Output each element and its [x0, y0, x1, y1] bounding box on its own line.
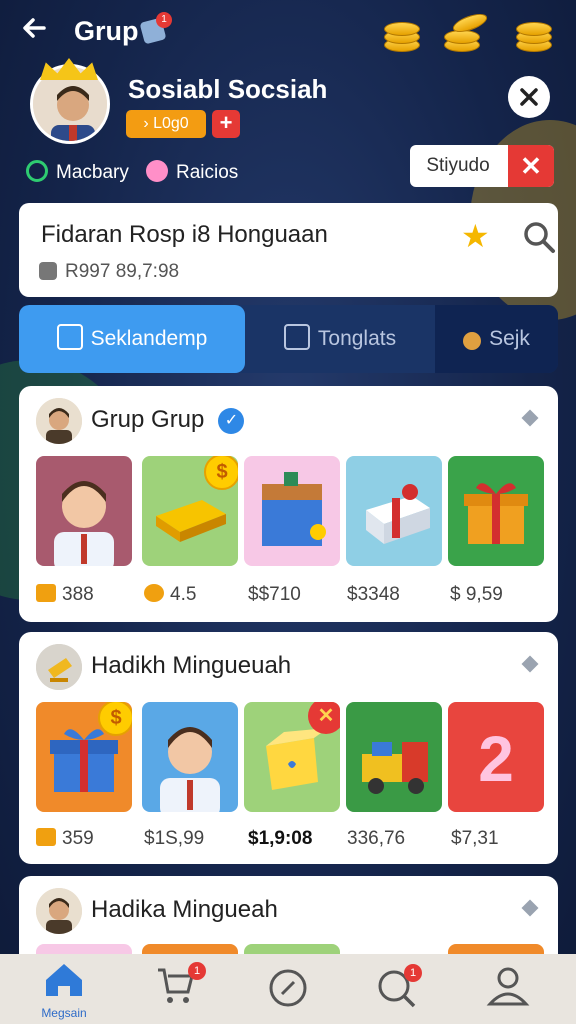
tab-sejk[interactable]: Sejk: [435, 305, 558, 373]
item-price: $7,31: [451, 828, 499, 849]
item-price: $1,9:08: [248, 828, 313, 849]
item-tile[interactable]: $: [142, 456, 238, 566]
search-icon[interactable]: [521, 219, 557, 255]
document-icon: [56, 324, 83, 350]
item-tile[interactable]: [142, 702, 238, 812]
group-card-header: Grup Grup ✓: [19, 386, 558, 454]
more-icon[interactable]: [521, 899, 539, 917]
coin-icon: [36, 584, 56, 602]
item-price: $3348: [347, 584, 400, 605]
home-icon: [46, 964, 82, 996]
nav-cart[interactable]: 1: [126, 954, 226, 1024]
group-card[interactable]: Grup Grup ✓ $ 388 4.5 $$710 $3348 $ 9,59: [19, 386, 558, 622]
tab-tonglats[interactable]: Tonglats: [245, 305, 435, 373]
profile-name: Sosiabl Socsiah: [128, 74, 328, 104]
notification-badge: 1: [156, 12, 172, 28]
q-icon: [26, 160, 48, 182]
group-title: Hadikh Mingueuah: [91, 652, 292, 679]
nav-search[interactable]: 1: [346, 954, 446, 1024]
search-card[interactable]: Fidaran Rosp i8 Honguaan R997 89,7:98 ★: [19, 203, 558, 297]
heart-icon: [146, 160, 168, 182]
group-title: Grup Grup ✓: [91, 406, 245, 434]
cart-badge: 1: [188, 962, 206, 980]
item-tile[interactable]: ✕: [244, 702, 340, 812]
item-tile[interactable]: [244, 456, 340, 566]
coin-icon: $: [204, 456, 238, 490]
item-price: 4.5: [144, 584, 196, 606]
group-card-header: Hadika Minguеah: [19, 876, 558, 944]
group-avatar: [36, 888, 82, 934]
stat-macbary: Macbary: [26, 160, 129, 184]
coin-icon: [144, 584, 164, 602]
tab-seklandemp[interactable]: Seklandemp: [19, 305, 245, 373]
group-card[interactable]: Hadikh Mingueuah $ ✕ 2 359 $1S,99 $1,9:0…: [19, 632, 558, 864]
back-arrow-icon[interactable]: [18, 12, 58, 52]
number-sticker: 2: [478, 723, 514, 795]
nav-home-label: Megsain: [41, 1006, 87, 1020]
item-price: 388: [36, 584, 94, 606]
coin-icon: [36, 828, 56, 846]
logo-badge[interactable]: › L0g0: [126, 110, 206, 138]
item-price: $ 9,59: [450, 584, 503, 605]
close-button[interactable]: [508, 76, 550, 118]
top-bar: Grup 1: [0, 0, 576, 64]
group-avatar: [36, 398, 82, 444]
user-icon: [463, 332, 482, 350]
coin-stack-icon[interactable]: [444, 10, 490, 54]
item-tile[interactable]: [36, 456, 132, 566]
studio-label: Stiyudo: [426, 155, 490, 176]
puzzle-icon: [39, 262, 57, 280]
user-icon: [486, 967, 530, 1006]
search-card-title: Fidaran Rosp i8 Honguaan: [41, 221, 328, 248]
search-badge: 1: [404, 964, 422, 982]
item-tile[interactable]: [448, 456, 544, 566]
group-title: Hadika Minguеah: [91, 896, 278, 923]
bottom-navigation: Megsain 1 1: [0, 954, 576, 1024]
tab-bar: Seklandemp Tonglats Sejk: [19, 305, 558, 373]
group-card[interactable]: Hadika Minguеah: [19, 876, 558, 966]
item-price: 336,76: [347, 828, 406, 849]
coin-stack-icon[interactable]: [514, 10, 556, 54]
studio-chip[interactable]: Stiyudo ✕: [410, 145, 554, 187]
stat-raicios: Raicios: [146, 160, 238, 184]
discount-badge-icon: ✕: [308, 702, 340, 734]
item-tile[interactable]: [346, 456, 442, 566]
group-card-header: Hadikh Mingueuah: [19, 632, 558, 700]
item-tile[interactable]: [346, 702, 442, 812]
item-price: 359: [36, 828, 94, 850]
coin-icon: $: [98, 702, 132, 736]
document-icon: [283, 324, 310, 350]
star-icon[interactable]: ★: [461, 217, 490, 255]
nav-profile[interactable]: [458, 954, 558, 1024]
nav-explore[interactable]: [238, 954, 338, 1024]
coin-stack-icon[interactable]: [382, 10, 424, 54]
verified-icon: ✓: [218, 408, 245, 434]
item-tile[interactable]: $: [36, 702, 132, 812]
more-icon[interactable]: [521, 655, 539, 673]
studio-close-button[interactable]: ✕: [508, 145, 554, 187]
more-icon[interactable]: [521, 409, 539, 427]
page-title: Grup: [74, 16, 139, 46]
search-card-subtitle: R997 89,7:98: [39, 261, 179, 283]
nav-home[interactable]: Megsain: [14, 954, 114, 1024]
item-price: $$710: [248, 584, 301, 605]
item-tile[interactable]: 2: [448, 702, 544, 812]
compass-icon: [269, 969, 307, 1007]
add-button[interactable]: +: [212, 110, 240, 138]
group-avatar: [36, 644, 82, 690]
item-price: $1S,99: [144, 828, 205, 849]
